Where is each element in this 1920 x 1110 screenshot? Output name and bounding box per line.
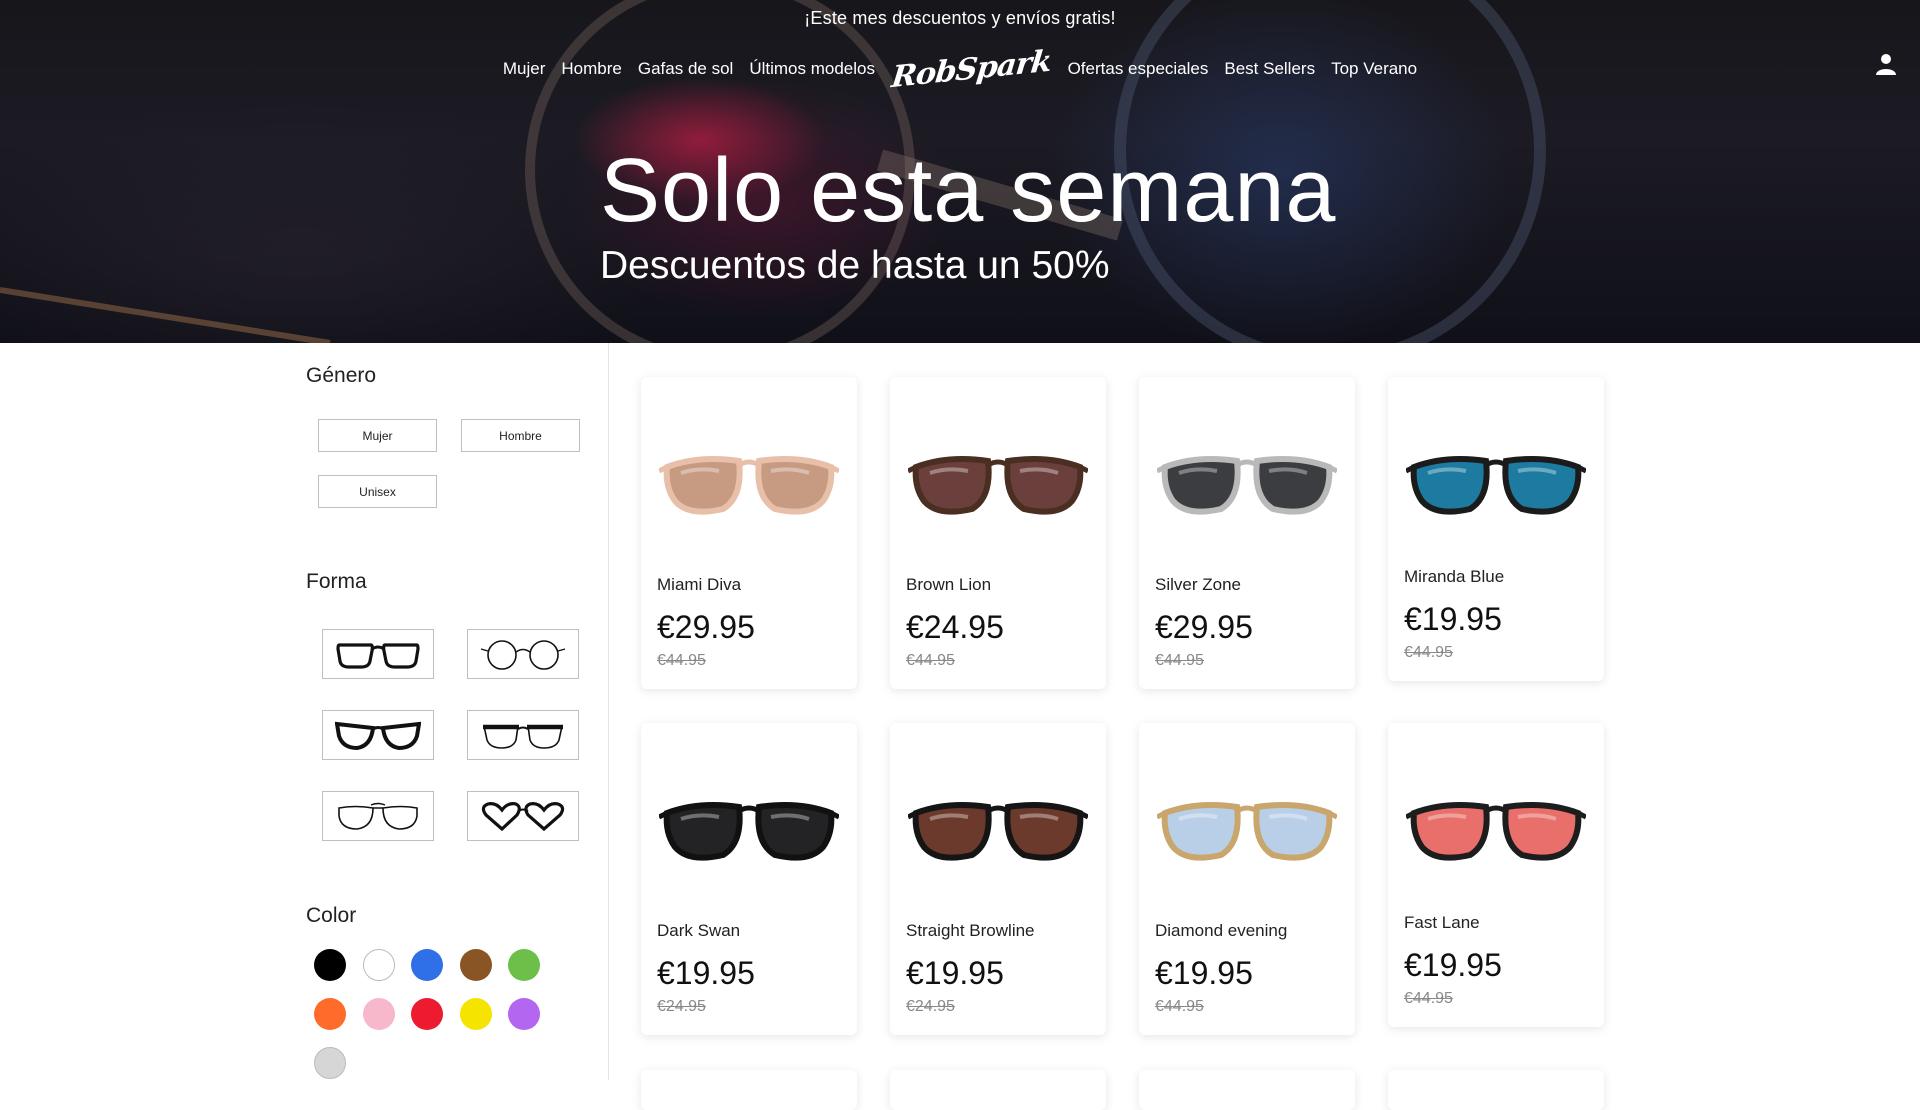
product-name[interactable]: Fast Lane xyxy=(1404,913,1480,933)
product-old-price: €24.95 xyxy=(657,998,706,1015)
color-swatch[interactable] xyxy=(314,1047,346,1079)
shape-option-round[interactable] xyxy=(467,629,579,679)
color-swatch[interactable] xyxy=(314,998,346,1030)
product-name[interactable]: Silver Zone xyxy=(1155,575,1241,595)
gender-option-mujer[interactable]: Mujer xyxy=(318,419,437,452)
product-name[interactable]: Miranda Blue xyxy=(1404,567,1504,587)
product-card[interactable]: Straight Browline €19.95 €24.95 xyxy=(890,723,1106,1035)
promo-bar: ¡Este mes descuentos y envíos gratis! xyxy=(804,8,1116,28)
sidebar-divider xyxy=(608,343,609,1080)
product-old-price: €44.95 xyxy=(1155,998,1204,1015)
nav-link-ofertas-especiales[interactable]: Ofertas especiales xyxy=(1060,59,1217,79)
product-card-partial[interactable] xyxy=(1139,1070,1355,1110)
product-name[interactable]: Miami Diva xyxy=(657,575,741,595)
product-card[interactable]: Miami Diva €29.95 €44.95 xyxy=(641,377,857,689)
product-price: €24.95 xyxy=(906,609,1004,645)
color-swatch[interactable] xyxy=(459,949,492,981)
product-price: €19.95 xyxy=(1155,955,1253,991)
product-price: €19.95 xyxy=(906,955,1004,991)
sunglasses-image xyxy=(1157,456,1337,515)
product-card[interactable]: Miranda Blue €19.95 €44.95 xyxy=(1388,377,1604,681)
product-old-price: €44.95 xyxy=(906,652,955,669)
aviator-frame-icon xyxy=(338,802,418,830)
product-card[interactable]: Diamond evening €19.95 €44.95 xyxy=(1139,723,1355,1035)
nav-link-gafas-de-sol[interactable]: Gafas de sol xyxy=(630,59,741,79)
product-price: €29.95 xyxy=(657,609,755,645)
product-image[interactable] xyxy=(651,407,847,557)
heart-frame-icon xyxy=(481,802,565,832)
product-old-price: €44.95 xyxy=(1404,644,1453,661)
nav-link-mujer[interactable]: Mujer xyxy=(495,59,554,79)
product-image[interactable] xyxy=(900,407,1096,557)
color-swatch[interactable] xyxy=(459,998,492,1030)
sunglasses-image xyxy=(908,802,1088,861)
shape-option-heart[interactable] xyxy=(467,791,579,841)
product-card[interactable]: Dark Swan €19.95 €24.95 xyxy=(641,723,857,1035)
color-swatch[interactable] xyxy=(362,998,395,1030)
browline-frame-icon xyxy=(483,724,563,749)
shape-option-cat-eye[interactable] xyxy=(322,710,434,760)
product-old-price: €44.95 xyxy=(1404,990,1453,1007)
gender-option-hombre[interactable]: Hombre xyxy=(461,419,580,452)
product-image[interactable] xyxy=(651,753,847,903)
shape-option-browline[interactable] xyxy=(467,710,579,760)
color-swatch[interactable] xyxy=(508,949,540,981)
product-price: €29.95 xyxy=(1155,609,1253,645)
gender-option-unisex[interactable]: Unisex xyxy=(318,475,437,508)
gender-filter-heading: Género xyxy=(306,364,377,387)
product-image[interactable] xyxy=(900,753,1096,903)
sunglasses-image xyxy=(908,456,1088,515)
color-swatch[interactable] xyxy=(411,949,443,981)
product-old-price: €24.95 xyxy=(906,998,955,1015)
shape-filter-heading: Forma xyxy=(306,570,367,593)
sunglasses-image xyxy=(659,802,839,861)
hero-subtitle: Descuentos de hasta un 50% xyxy=(600,244,1110,287)
product-name[interactable]: Brown Lion xyxy=(906,575,991,595)
product-image[interactable] xyxy=(1149,753,1345,903)
hero-banner: ¡Este mes descuentos y envíos gratis! Mu… xyxy=(0,0,1920,343)
round-frame-icon xyxy=(480,640,566,670)
sunglasses-image xyxy=(1406,456,1586,515)
nav-link-top-verano[interactable]: Top Verano xyxy=(1323,59,1425,79)
cat-eye-frame-icon xyxy=(335,721,421,751)
nav-link-best-sellers[interactable]: Best Sellers xyxy=(1216,59,1323,79)
color-swatch[interactable] xyxy=(362,949,395,981)
rectangular-frame-icon xyxy=(336,643,420,669)
product-card[interactable]: Fast Lane €19.95 €44.95 xyxy=(1388,723,1604,1027)
product-card[interactable]: Brown Lion €24.95 €44.95 xyxy=(890,377,1106,689)
color-filter-heading: Color xyxy=(306,904,357,927)
nav-link-ultimos-modelos[interactable]: Últimos modelos xyxy=(741,59,883,79)
product-old-price: €44.95 xyxy=(657,652,706,669)
product-name[interactable]: Straight Browline xyxy=(906,921,1035,941)
color-swatch[interactable] xyxy=(314,949,346,981)
product-image[interactable] xyxy=(1398,407,1594,557)
product-card-partial[interactable] xyxy=(890,1070,1106,1110)
color-swatch[interactable] xyxy=(508,998,540,1030)
product-card-partial[interactable] xyxy=(641,1070,857,1110)
product-old-price: €44.95 xyxy=(1155,652,1204,669)
shape-option-rectangular[interactable] xyxy=(322,629,434,679)
product-price: €19.95 xyxy=(657,955,755,991)
main-nav: Mujer Hombre Gafas de sol Últimos modelo… xyxy=(0,43,1920,94)
product-name[interactable]: Diamond evening xyxy=(1155,921,1287,941)
product-image[interactable] xyxy=(1149,407,1345,557)
product-price: €19.95 xyxy=(1404,947,1502,983)
sunglasses-image xyxy=(1406,802,1586,861)
product-name[interactable]: Dark Swan xyxy=(657,921,740,941)
sunglasses-image xyxy=(659,456,839,515)
product-card-partial[interactable] xyxy=(1388,1070,1604,1110)
sunglasses-image xyxy=(1157,802,1337,861)
color-swatch[interactable] xyxy=(411,998,443,1030)
product-card[interactable]: Silver Zone €29.95 €44.95 xyxy=(1139,377,1355,689)
hero-title: Solo esta semana xyxy=(600,141,1337,241)
nav-link-hombre[interactable]: Hombre xyxy=(553,59,629,79)
user-icon[interactable] xyxy=(1874,52,1898,76)
shape-option-aviator[interactable] xyxy=(322,791,434,841)
product-price: €19.95 xyxy=(1404,601,1502,637)
product-image[interactable] xyxy=(1398,753,1594,903)
